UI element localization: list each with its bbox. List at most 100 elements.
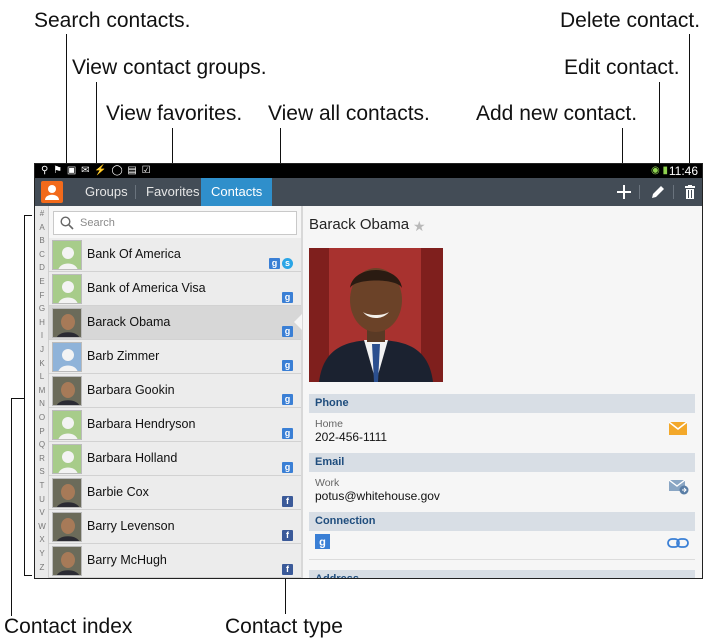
skype-icon: s xyxy=(282,258,293,269)
signal-battery-icons: ◉ ▮ xyxy=(650,165,668,176)
contact-row[interactable]: Barb Zimmer g xyxy=(49,340,301,374)
section-address: Address xyxy=(309,570,695,578)
index-letter[interactable]: P xyxy=(35,427,49,436)
index-letter[interactable]: D xyxy=(35,263,49,272)
leader-index-v xyxy=(11,398,12,616)
index-letter[interactable]: A xyxy=(35,223,49,232)
index-letter[interactable]: L xyxy=(35,372,49,381)
contact-row[interactable]: Bank of America Visa g xyxy=(49,272,301,306)
facebook-icon: f xyxy=(282,564,293,575)
callout-edit: Edit contact. xyxy=(564,56,680,79)
index-letter[interactable]: C xyxy=(35,250,49,259)
toolbar-divider xyxy=(673,185,674,199)
avatar xyxy=(52,410,82,440)
contacts-app-icon[interactable] xyxy=(41,181,63,203)
index-letter[interactable]: K xyxy=(35,359,49,368)
google-icon: g xyxy=(282,428,293,439)
envelope-icon xyxy=(668,421,688,435)
index-letter[interactable]: G xyxy=(35,304,49,313)
avatar xyxy=(52,342,82,372)
avatar xyxy=(52,444,82,474)
index-letter[interactable]: Y xyxy=(35,549,49,558)
search-input[interactable] xyxy=(80,215,290,231)
edit-contact-button[interactable] xyxy=(643,178,673,206)
contact-name: Barry McHugh xyxy=(87,553,167,567)
tab-favorites[interactable]: Favorites xyxy=(136,178,209,206)
delete-contact-button[interactable] xyxy=(675,178,702,206)
avatar xyxy=(52,308,82,338)
contact-row[interactable]: Barbara Holland g xyxy=(49,442,301,476)
contact-row[interactable]: Barry McHugh f xyxy=(49,544,301,578)
tab-groups[interactable]: Groups xyxy=(75,178,138,206)
index-letter[interactable]: E xyxy=(35,277,49,286)
index-letter[interactable]: X xyxy=(35,535,49,544)
callout-view-all: View all contacts. xyxy=(268,102,430,125)
index-letter[interactable]: # xyxy=(35,209,49,218)
contact-name: Barry Levenson xyxy=(87,519,175,533)
contact-name: Barb Zimmer xyxy=(87,349,160,363)
notification-icons: ⚲ ⚑ ▣ ✉ ⚡ ◯ ▤ ☑ xyxy=(41,165,152,176)
phone-value[interactable]: 202-456-1111 xyxy=(315,430,387,444)
index-letter[interactable]: I xyxy=(35,331,49,340)
callout-contact-type: Contact type xyxy=(225,615,343,638)
message-button[interactable] xyxy=(668,421,688,440)
phone-label: Home xyxy=(315,418,344,430)
index-letter[interactable]: Q xyxy=(35,440,49,449)
index-letter[interactable]: S xyxy=(35,467,49,476)
contact-row[interactable]: Barry Levenson f xyxy=(49,510,301,544)
google-icon: g xyxy=(282,292,293,303)
contact-row[interactable]: Bank Of America s g xyxy=(49,238,301,272)
contacts-app-screen: ⚲ ⚑ ▣ ✉ ⚡ ◯ ▤ ☑ ◉ ▮ 11:46 Groups Favorit… xyxy=(34,163,703,579)
status-clock: 11:46 xyxy=(668,164,698,178)
callout-view-groups: View contact groups. xyxy=(72,56,267,79)
facebook-icon: f xyxy=(282,530,293,541)
index-letter[interactable]: U xyxy=(35,495,49,504)
search-box[interactable] xyxy=(53,211,297,235)
contact-row[interactable]: Barbara Gookin g xyxy=(49,374,301,408)
index-letter[interactable]: T xyxy=(35,481,49,490)
section-connection: Connection xyxy=(309,512,695,531)
index-letter[interactable]: W xyxy=(35,522,49,531)
google-icon: g xyxy=(282,462,293,473)
plus-icon xyxy=(617,185,631,199)
action-bar: Groups Favorites Contacts xyxy=(35,178,702,206)
index-letter[interactable]: B xyxy=(35,236,49,245)
contact-list[interactable]: Bank Of America s g Bank of America Visa g Ba… xyxy=(49,238,301,578)
google-icon: g xyxy=(282,360,293,371)
callout-delete: Delete contact. xyxy=(560,9,701,32)
index-letter[interactable]: J xyxy=(35,345,49,354)
callout-contact-index: Contact index xyxy=(4,615,133,638)
index-letter[interactable]: N xyxy=(35,399,49,408)
index-letter[interactable]: H xyxy=(35,318,49,327)
pencil-icon xyxy=(652,186,664,198)
index-letter[interactable]: M xyxy=(35,386,49,395)
divider-line xyxy=(309,559,695,560)
send-email-button[interactable] xyxy=(668,479,689,500)
contact-row[interactable]: Barbie Cox f xyxy=(49,476,301,510)
contact-name: Bank Of America xyxy=(87,247,181,261)
favorite-star-icon[interactable]: ★ xyxy=(413,218,426,235)
email-send-icon xyxy=(668,479,689,495)
leader-index-bracket xyxy=(24,215,25,575)
index-letter[interactable]: Z xyxy=(35,563,49,572)
contact-name: Barbara Hendryson xyxy=(87,417,196,431)
index-letter[interactable]: R xyxy=(35,454,49,463)
index-letter[interactable]: F xyxy=(35,291,49,300)
email-value[interactable]: potus@whitehouse.gov xyxy=(315,489,440,503)
section-phone: Phone xyxy=(309,394,695,413)
leader-index-bracket-bottom xyxy=(24,575,32,576)
toolbar-divider xyxy=(639,185,640,199)
status-bar: ⚲ ⚑ ▣ ✉ ⚡ ◯ ▤ ☑ ◉ ▮ 11:46 xyxy=(35,164,702,178)
contact-row[interactable]: Barack Obama g xyxy=(49,306,301,340)
index-letter[interactable]: O xyxy=(35,413,49,422)
callout-search-contacts: Search contacts. xyxy=(34,9,191,32)
contact-index[interactable]: # A B C D E F G H I J K L M N O P Q R S T U V W X Y Z xyxy=(35,206,49,578)
tab-contacts[interactable]: Contacts xyxy=(201,178,273,206)
google-connection[interactable]: g xyxy=(315,534,330,554)
contact-row[interactable]: Barbara Hendryson g xyxy=(49,408,301,442)
callout-add-new: Add new contact. xyxy=(476,102,638,125)
link-contact-button[interactable] xyxy=(667,536,689,554)
index-letter[interactable]: V xyxy=(35,508,49,517)
add-contact-button[interactable] xyxy=(609,178,639,206)
avatar xyxy=(52,512,82,542)
